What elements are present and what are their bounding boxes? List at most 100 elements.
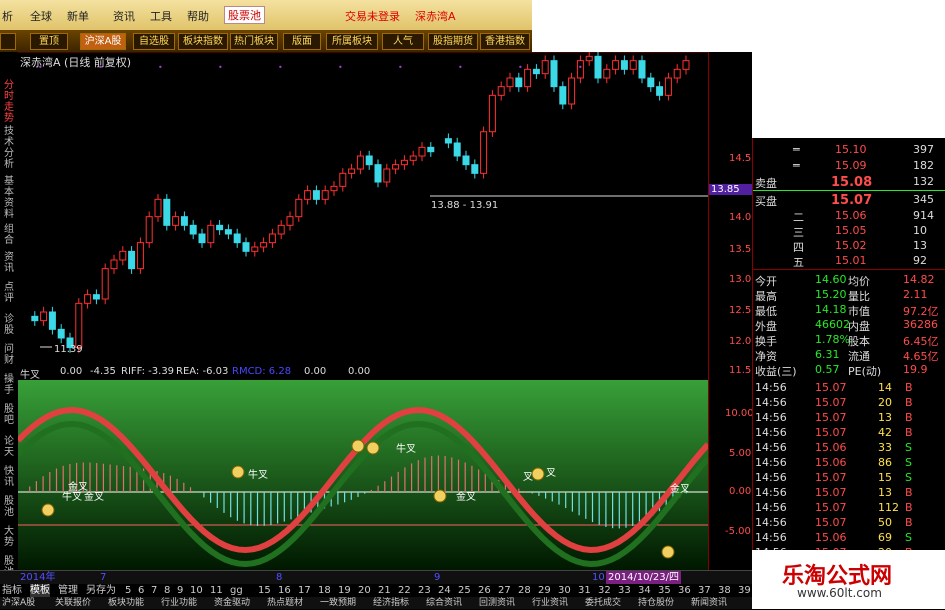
toolbar-hk-index[interactable]: 香港指数 xyxy=(480,33,530,50)
toolbar-hot-sector[interactable]: 热门板块 xyxy=(230,33,278,50)
indicator-tab[interactable]: 15 xyxy=(258,584,271,597)
indicator-tab[interactable]: 8 xyxy=(164,584,170,597)
bottom-tab[interactable]: 经济指标 xyxy=(373,597,409,610)
bottom-tab[interactable]: 持仓股份 xyxy=(638,597,674,610)
indicator-tab[interactable]: 9 xyxy=(177,584,183,597)
indicator-tab[interactable]: 37 xyxy=(698,584,711,597)
indicator-tab[interactable]: 36 xyxy=(678,584,691,597)
svg-text:•: • xyxy=(38,63,43,72)
indicator-tab[interactable]: 27 xyxy=(498,584,511,597)
side-nav-item[interactable]: 快讯 xyxy=(2,466,16,488)
side-nav-item[interactable]: 基本资料 xyxy=(2,176,16,220)
indicator-rea: REA: -6.03 xyxy=(176,366,229,377)
indicator-tab[interactable]: 33 xyxy=(618,584,631,597)
toolbar-popularity[interactable]: 人气 xyxy=(382,33,424,50)
macd-annotation: 牛叉 xyxy=(396,442,416,455)
bottom-tab[interactable]: 关联报价 xyxy=(55,597,91,610)
side-nav-item[interactable]: 股吧 xyxy=(2,404,16,426)
side-nav-item[interactable]: 股池 xyxy=(2,496,16,518)
indicator-tab[interactable]: 11 xyxy=(210,584,223,597)
bottom-tab[interactable]: 热点题材 xyxy=(267,597,303,610)
indicator-tab[interactable]: 39 xyxy=(738,584,751,597)
indicator-tab[interactable]: 34 xyxy=(638,584,651,597)
sell-row-1: ═ 15.09 182 xyxy=(793,159,934,172)
side-nav-item[interactable]: 论天 xyxy=(2,436,16,458)
indicator-tab[interactable]: 24 xyxy=(438,584,451,597)
bottom-tab[interactable]: 委托成交 xyxy=(585,597,621,610)
side-nav-item[interactable]: 组合 xyxy=(2,224,16,246)
stat-row: 最低 14.18 市值 97.2亿 xyxy=(755,303,939,318)
indicator-tab[interactable]: 6 xyxy=(138,584,144,597)
indicator-tab[interactable]: 21 xyxy=(378,584,391,597)
indicator-tab[interactable]: 管理 xyxy=(58,584,78,597)
indicator-tab[interactable]: 35 xyxy=(658,584,671,597)
menu-item[interactable]: 帮助 xyxy=(187,8,209,24)
toolbar-watchlist[interactable]: 自选股 xyxy=(133,33,175,50)
month-label: 9 xyxy=(434,572,441,583)
stock-name-tab[interactable]: 深赤湾A xyxy=(415,8,456,24)
indicator-tab[interactable]: 31 xyxy=(578,584,591,597)
indicator-tab[interactable]: 19 xyxy=(338,584,351,597)
bottom-tab[interactable]: 沪深A股 xyxy=(2,597,35,610)
bottom-tab[interactable]: 回测资讯 xyxy=(479,597,515,610)
side-nav-item[interactable]: 诊股 xyxy=(2,314,16,336)
menu-item[interactable]: 新单 xyxy=(67,8,89,24)
kline-chart[interactable]: 深赤湾A (日线 前复权) • • • • • • • • • • 13.88 - 13.91 1… xyxy=(18,52,708,364)
toolbar-sh-sz[interactable]: 沪深A股 xyxy=(80,33,126,50)
bottom-tab[interactable]: 综合资讯 xyxy=(426,597,462,610)
bottom-tab[interactable]: 行业资讯 xyxy=(532,597,568,610)
toolbar-futures[interactable]: 股指期货 xyxy=(428,33,478,50)
menu-item[interactable]: 资讯 xyxy=(113,8,135,24)
indicator-tab[interactable]: 10 xyxy=(190,584,203,597)
indicator-tab[interactable]: 20 xyxy=(358,584,371,597)
bottom-tab[interactable]: 一致预期 xyxy=(320,597,356,610)
indicator-tab[interactable]: 指标 xyxy=(2,584,22,597)
indicator-tab[interactable]: 模板 xyxy=(30,584,50,597)
side-nav-item[interactable]: 资讯 xyxy=(2,252,16,274)
trade-status[interactable]: 交易未登录 xyxy=(345,8,400,24)
indicator-tab[interactable]: 16 xyxy=(278,584,291,597)
indicator-tab[interactable]: 25 xyxy=(458,584,471,597)
indicator-tab[interactable]: 22 xyxy=(398,584,411,597)
side-nav-item[interactable]: 问财 xyxy=(2,344,16,366)
side-nav-item[interactable]: 分时走势 xyxy=(2,80,16,124)
side-nav-item[interactable]: 操手 xyxy=(2,374,16,396)
bottom-tab[interactable]: 行业功能 xyxy=(161,597,197,610)
indicator-tab[interactable]: 38 xyxy=(718,584,731,597)
toolbar-icon[interactable] xyxy=(0,33,16,50)
indicator-tab[interactable]: 23 xyxy=(418,584,431,597)
indicator-tab[interactable]: 30 xyxy=(558,584,571,597)
month-label: 7 xyxy=(100,572,107,583)
indicator-tab[interactable]: gg xyxy=(230,584,243,597)
side-nav-item[interactable]: 技术分析 xyxy=(2,126,16,170)
toolbar-sector-index[interactable]: 板块指数 xyxy=(178,33,228,50)
indicator-tab[interactable]: 26 xyxy=(478,584,491,597)
indicator-tab[interactable]: 17 xyxy=(298,584,311,597)
bottom-tab[interactable]: 板块功能 xyxy=(108,597,144,610)
indicator-tab[interactable]: 32 xyxy=(598,584,611,597)
indicator-tab[interactable]: 5 xyxy=(125,584,131,597)
tick-row: 14:5615.0720B xyxy=(755,396,913,409)
indicator-tab[interactable]: 28 xyxy=(518,584,531,597)
bottom-tab[interactable]: 资金驱动 xyxy=(214,597,250,610)
menu-item[interactable]: 工具 xyxy=(150,8,172,24)
indicator-tab[interactable]: 7 xyxy=(151,584,157,597)
toolbar-layout[interactable]: 版面 xyxy=(283,33,321,50)
toolbar-top[interactable]: 置顶 xyxy=(30,33,68,50)
macd-panel[interactable]: 牛叉 金叉 金叉 牛叉 牛叉 金叉叉叉金叉 xyxy=(18,380,708,570)
indicator-tabs: 指标 模板 管理 另存为 5 6 7 8 9 10 11 gg 15 16 17 18 19 20 21 22 23 24… xyxy=(0,584,771,597)
menu-item-stock-pool[interactable]: 股票池 xyxy=(224,6,265,24)
indicator-tab[interactable]: 另存为 xyxy=(86,584,116,597)
bottom-tab[interactable]: 新闻资讯 xyxy=(691,597,727,610)
stat-row: 外盘 46602 内盘 36286 xyxy=(755,318,938,333)
macd-annotation: 金叉 xyxy=(456,490,476,503)
indicator-tab[interactable]: 18 xyxy=(318,584,331,597)
side-nav-item[interactable]: 点评 xyxy=(2,282,16,304)
menu-item[interactable]: 全球 xyxy=(30,8,52,24)
indicator-name[interactable]: 牛叉 xyxy=(20,366,40,381)
indicator-tab[interactable]: 29 xyxy=(538,584,551,597)
svg-text:•: • xyxy=(398,63,403,72)
toolbar-belonging-sector[interactable]: 所属板块 xyxy=(326,33,378,50)
side-nav-item[interactable]: 大势 xyxy=(2,526,16,548)
menu-item[interactable]: 析 xyxy=(2,8,13,24)
